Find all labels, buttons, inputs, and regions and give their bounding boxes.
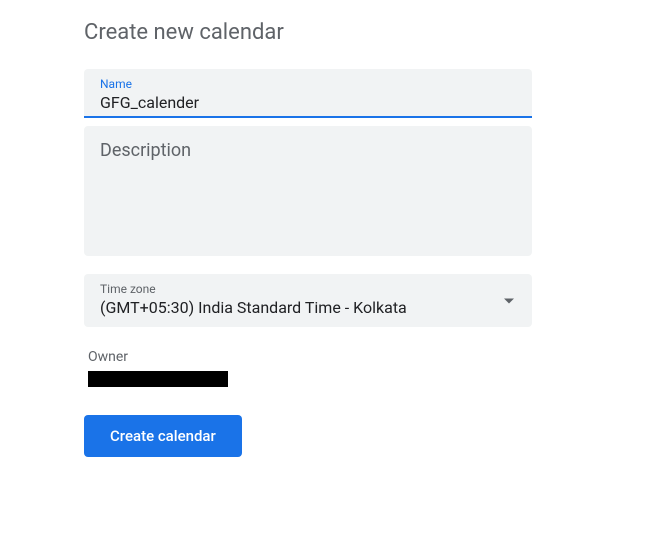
create-calendar-button[interactable]: Create calendar — [84, 415, 242, 457]
description-field-container[interactable]: Description — [84, 126, 532, 256]
timezone-label: Time zone — [100, 282, 516, 296]
page-title: Create new calendar — [84, 20, 660, 45]
name-label: Name — [100, 77, 516, 91]
name-input[interactable] — [100, 93, 516, 112]
description-textarea[interactable] — [100, 161, 516, 251]
owner-label: Owner — [88, 349, 660, 365]
owner-value — [88, 371, 228, 387]
timezone-value: (GMT+05:30) India Standard Time - Kolkat… — [100, 298, 516, 317]
name-field-container[interactable]: Name — [84, 69, 532, 118]
owner-section: Owner — [84, 349, 660, 387]
timezone-dropdown[interactable]: Time zone (GMT+05:30) India Standard Tim… — [84, 274, 532, 327]
description-label: Description — [100, 140, 516, 161]
chevron-down-icon — [504, 298, 514, 303]
